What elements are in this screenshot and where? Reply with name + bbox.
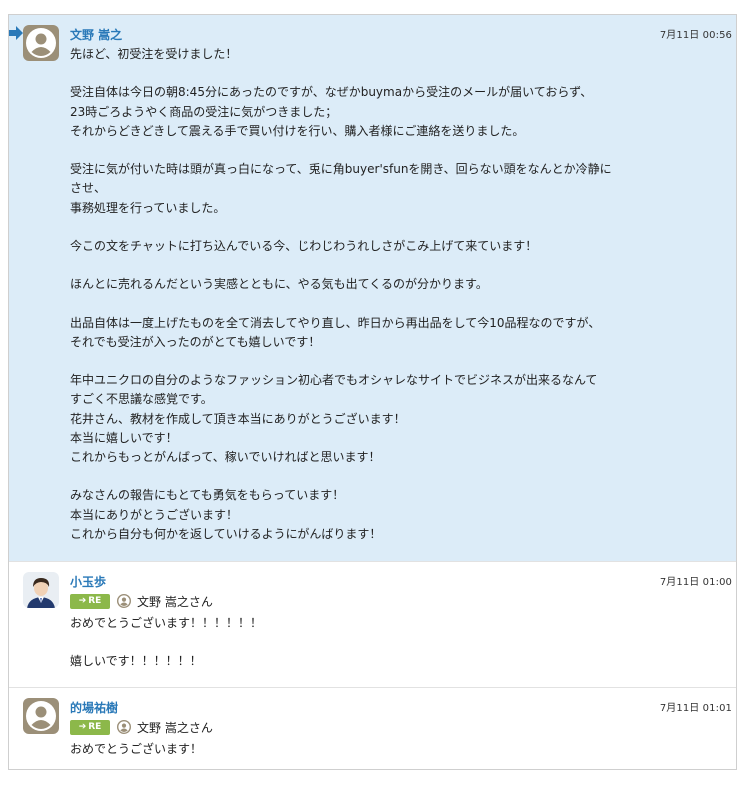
reply-reference: ➔ RE 文野 嵩之さん xyxy=(70,718,213,736)
reply-target-name[interactable]: 文野 嵩之さん xyxy=(137,719,213,736)
message-line: おめでとうございます！ xyxy=(70,742,203,756)
message-line: 本当に嬉しいです！ xyxy=(70,430,178,445)
reply-badge-label: RE xyxy=(88,596,102,606)
message-line xyxy=(70,256,670,275)
default-user-icon xyxy=(23,25,59,61)
avatar[interactable] xyxy=(23,572,59,608)
message-timestamp: 7月11日 00:56 xyxy=(659,30,732,41)
message-body: おめでとうございます！！！！！！ 嬉しいです！！！！！！ xyxy=(70,614,670,672)
message-line xyxy=(70,64,670,83)
message-line: みなさんの報告にもとても勇気をもらっています！ xyxy=(70,488,345,503)
default-user-icon xyxy=(23,698,59,734)
sender-name[interactable]: 的場祐樹 xyxy=(70,699,118,716)
message-line: これから自分も何かを返していけるようにがんばります！ xyxy=(70,526,382,541)
message-line: 年中ユニクロの自分のようなファッション初心者でもオシャレなサイトでビジネスが出来… xyxy=(70,373,598,388)
message-line: ほんとに売れるんだという実感とともに、やる気も出てくるのが分かります。 xyxy=(70,277,488,292)
message-line xyxy=(70,467,670,486)
sender-name[interactable]: 文野 嵩之 xyxy=(70,26,122,43)
message-line xyxy=(70,218,670,237)
message-line: 事務処理を行っていました。 xyxy=(70,200,226,215)
reply-user-icon xyxy=(117,720,131,734)
reply-badge-label: RE xyxy=(88,722,102,732)
message-line: 花井さん、教材を作成して頂き本当にありがとうございます！ xyxy=(70,411,406,426)
reply-user-icon xyxy=(117,594,131,608)
message-line: 23時ごろようやく商品の受注に気がつきました； xyxy=(70,104,338,119)
message-line xyxy=(70,352,670,371)
message-line: それでも受注が入ったのがとても嬉しいです！ xyxy=(70,334,321,349)
message-line: すごく不思議な感覚です。 xyxy=(70,392,213,407)
message-line: 先ほど、初受注を受けました！ xyxy=(70,47,238,61)
chat-message: 的場祐樹 7月11日 01:01 ➔ RE 文野 嵩之さん おめでとうございます… xyxy=(9,687,736,769)
message-body: 先ほど、初受注を受けました！ 受注自体は今日の朝8:45分にあったのですが、なぜ… xyxy=(70,45,670,544)
message-timestamp: 7月11日 01:00 xyxy=(659,577,732,588)
message-line: 本当にありがとうございます！ xyxy=(70,507,239,522)
message-line: 受注に気が付いた時は頭が真っ白になって、兎に角buyer'sfunを開き、回らな… xyxy=(70,162,612,177)
reply-arrow-icon: ➔ xyxy=(78,596,87,606)
message-line xyxy=(70,633,670,652)
avatar[interactable] xyxy=(23,698,59,734)
chat-message: 小玉歩 7月11日 01:00 ➔ RE 文野 嵩之さん おめでとうございます！… xyxy=(9,561,736,687)
message-line: 今この文をチャットに打ち込んでいる今、じわじわうれしさがこみ上げて来ています！ xyxy=(70,238,538,253)
message-line: 嬉しいです！！！！！！ xyxy=(70,654,202,669)
avatar[interactable] xyxy=(23,25,59,61)
message-line: 受注自体は今日の朝8:45分にあったのですが、なぜかbuymaから受注のメールが… xyxy=(70,85,593,100)
message-line xyxy=(70,141,670,160)
message-line xyxy=(70,294,670,313)
chat-message: 文野 嵩之 7月11日 00:56 先ほど、初受注を受けました！ 受注自体は今日… xyxy=(9,15,736,561)
message-timestamp: 7月11日 01:01 xyxy=(659,703,732,714)
reply-arrow-icon: ➔ xyxy=(78,722,87,732)
message-line: 出品自体は一度上げたものを全て消去してやり直し、昨日から再出品をして今10品程な… xyxy=(70,315,601,330)
chat-timeline: 文野 嵩之 7月11日 00:56 先ほど、初受注を受けました！ 受注自体は今日… xyxy=(8,14,737,770)
reply-badge[interactable]: ➔ RE xyxy=(70,593,110,609)
reply-badge[interactable]: ➔ RE xyxy=(70,719,110,735)
message-line: させ、 xyxy=(70,181,107,196)
message-line: おめでとうございます！！！！！！ xyxy=(70,616,263,630)
message-line: それからどきどきして震える手で買い付けを行い、購入者様にご連絡を送りました。 xyxy=(70,123,525,138)
message-body: おめでとうございます！ xyxy=(70,740,670,759)
reply-target-name[interactable]: 文野 嵩之さん xyxy=(137,593,213,610)
reply-reference: ➔ RE 文野 嵩之さん xyxy=(70,592,213,610)
sender-name[interactable]: 小玉歩 xyxy=(70,573,106,590)
user-photo-avatar xyxy=(23,572,59,608)
message-line: これからもっとがんばって、稼いでいければと思います！ xyxy=(70,449,381,464)
